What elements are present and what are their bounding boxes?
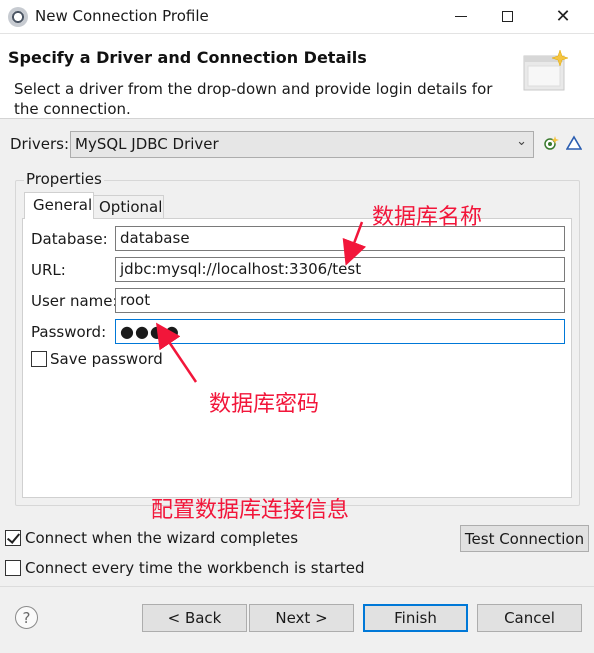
tab-optional[interactable]: Optional [94, 195, 164, 219]
chevron-down-icon: ⌄ [516, 134, 527, 149]
annotation-config-info: 配置数据库连接信息 [151, 498, 350, 523]
username-field[interactable]: root [115, 288, 565, 313]
maximize-button[interactable] [484, 0, 530, 33]
connect-on-complete-label: Connect when the wizard completes [25, 529, 299, 547]
cancel-button[interactable]: Cancel [477, 604, 582, 632]
connect-on-complete-checkbox[interactable] [5, 530, 21, 546]
tab-general[interactable]: General [24, 192, 94, 219]
save-password-label: Save password [50, 350, 163, 368]
help-icon[interactable]: ? [15, 606, 38, 629]
wizard-banner-icon [523, 49, 569, 91]
wizard-header: Specify a Driver and Connection Details … [0, 34, 594, 119]
window-title: New Connection Profile [35, 7, 209, 25]
drivers-selected-value: MySQL JDBC Driver [75, 135, 219, 153]
password-label: Password: [31, 323, 107, 341]
finish-button[interactable]: Finish [363, 604, 468, 632]
database-field[interactable]: database [115, 226, 565, 251]
minimize-button[interactable] [438, 0, 484, 33]
drivers-label: Drivers: [10, 135, 70, 153]
test-connection-button[interactable]: Test Connection [460, 525, 589, 552]
annotation-database-password: 数据库密码 [209, 392, 320, 417]
title-bar: New Connection Profile ✕ [0, 0, 594, 34]
new-driver-icon[interactable] [543, 135, 559, 151]
maximize-icon [501, 11, 513, 22]
properties-group-label: Properties [24, 170, 104, 188]
page-title: Specify a Driver and Connection Details [8, 48, 367, 67]
app-icon [8, 7, 28, 27]
connect-every-time-label: Connect every time the workbench is star… [25, 559, 365, 577]
minimize-icon [455, 16, 467, 17]
save-password-checkbox[interactable] [31, 351, 47, 367]
url-label: URL: [31, 261, 66, 279]
close-button[interactable]: ✕ [540, 0, 586, 33]
page-description: Select a driver from the drop-down and p… [14, 80, 493, 118]
drivers-dropdown[interactable]: MySQL JDBC Driver ⌄ [70, 131, 534, 158]
username-label: User name: [31, 292, 118, 310]
close-icon: ✕ [555, 6, 571, 27]
edit-driver-icon[interactable] [566, 135, 582, 151]
url-field[interactable]: jdbc:mysql://localhost:3306/test [115, 257, 565, 282]
next-button[interactable]: Next > [249, 604, 354, 632]
annotation-database-name: 数据库名称 [372, 205, 483, 230]
connect-every-time-checkbox[interactable] [5, 560, 21, 576]
back-button[interactable]: < Back [142, 604, 247, 632]
database-label: Database: [31, 230, 108, 248]
password-field[interactable]: ●●●● [115, 319, 565, 344]
